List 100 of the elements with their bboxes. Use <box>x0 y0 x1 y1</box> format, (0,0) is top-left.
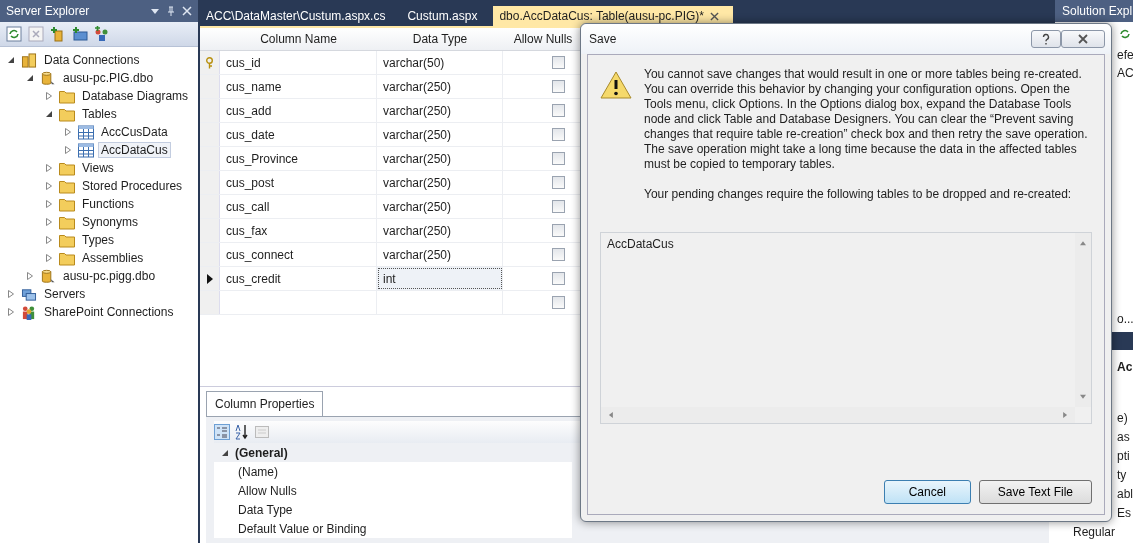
row-selector[interactable] <box>200 267 220 290</box>
table-cell[interactable]: int <box>377 267 503 290</box>
document-tab[interactable]: ACC\DataMaster\Custum.aspx.cs <box>200 6 400 26</box>
property-name: Regular <box>1073 524 1116 539</box>
folder-icon <box>59 232 75 248</box>
dialog-button[interactable]: Cancel <box>883 480 971 504</box>
tree-item[interactable]: Database Diagrams <box>79 88 192 104</box>
property-name: abl <box>1117 486 1133 501</box>
tables-list[interactable]: AccDataCus <box>600 232 1092 424</box>
tree-item[interactable]: SharePoint Connections <box>41 304 177 320</box>
tree-item[interactable]: Views <box>79 160 117 176</box>
table-cell[interactable]: cus_Province <box>220 147 377 170</box>
question-mark-icon <box>1040 33 1052 45</box>
close-icon[interactable] <box>709 11 719 21</box>
refresh-icon[interactable] <box>6 26 22 42</box>
tree-item[interactable]: AC <box>1117 66 1133 80</box>
checkbox[interactable] <box>551 80 565 93</box>
checkbox[interactable] <box>551 56 565 69</box>
dialog-title: Save <box>589 32 618 46</box>
checkbox[interactable] <box>551 296 565 309</box>
tree-item[interactable]: Functions <box>79 196 138 212</box>
properties-tab[interactable]: Column Properties <box>206 391 324 416</box>
checkbox[interactable] <box>551 272 565 285</box>
dropdown-icon[interactable] <box>150 6 160 16</box>
tree-item[interactable]: Data Connections <box>41 52 143 68</box>
table-cell[interactable]: cus_date <box>220 123 377 146</box>
expander-icon[interactable] <box>44 109 54 119</box>
tree-item[interactable]: AccCusData <box>98 124 171 140</box>
table-cell[interactable]: cus_call <box>220 195 377 218</box>
checkbox[interactable] <box>551 224 565 237</box>
tree-item[interactable]: Servers <box>41 286 89 302</box>
table-cell[interactable]: varchar(250) <box>377 123 503 146</box>
sharepoint-icon[interactable] <box>94 26 110 42</box>
warning-icon <box>600 71 632 99</box>
detail-text: Your pending changes require the following tables to be dropped and re-created: <box>644 187 1073 202</box>
column-header: Data Type <box>411 31 469 48</box>
database-icon <box>21 52 37 68</box>
property-name: (Name) <box>214 462 572 481</box>
table-cell[interactable]: cus_fax <box>220 219 377 242</box>
column-header: Allow Nulls <box>512 31 574 48</box>
table-icon <box>78 142 94 158</box>
tree-item[interactable]: Tables <box>79 106 120 122</box>
table-cell[interactable]: varchar(250) <box>377 75 503 98</box>
table-cell[interactable]: cus_post <box>220 171 377 194</box>
tree-item[interactable]: AccDataCus <box>98 142 171 158</box>
folder-icon <box>59 160 75 176</box>
property-name: Es <box>1117 505 1131 520</box>
expander-icon[interactable] <box>6 55 16 65</box>
document-tab[interactable]: dbo.AccDataCus: Table(ausu-pc.PIG)* <box>493 6 733 26</box>
checkbox[interactable] <box>551 104 565 117</box>
tree-item[interactable]: efe <box>1117 48 1133 62</box>
pin-icon[interactable] <box>166 6 176 16</box>
help-button[interactable] <box>1031 30 1061 48</box>
add-server-icon[interactable] <box>72 26 88 42</box>
table-cell[interactable]: cus_add <box>220 99 377 122</box>
table-cell[interactable]: varchar(250) <box>377 171 503 194</box>
property-name: Allow Nulls <box>214 481 572 500</box>
add-connection-icon[interactable] <box>50 26 66 42</box>
database-icon <box>40 268 56 284</box>
servers-icon <box>21 286 37 302</box>
table-cell[interactable]: varchar(250) <box>377 243 503 266</box>
table-cell[interactable]: cus_id <box>220 51 377 74</box>
table-cell[interactable]: cus_name <box>220 75 377 98</box>
property-name: Default Value or Binding <box>214 519 572 538</box>
close-button[interactable] <box>1061 30 1105 48</box>
properties-title: Ac <box>1117 360 1133 374</box>
sort-alphabetical-icon[interactable] <box>234 424 250 440</box>
tree-item[interactable]: Types <box>79 232 117 248</box>
checkbox[interactable] <box>551 176 565 189</box>
list-item[interactable]: AccDataCus <box>607 237 1069 251</box>
folder-icon <box>59 214 75 230</box>
checkbox[interactable] <box>551 248 565 261</box>
close-icon <box>1077 33 1089 45</box>
folder-icon <box>59 250 75 266</box>
document-tab[interactable]: Custum.aspx <box>401 6 492 26</box>
checkbox[interactable] <box>551 128 565 141</box>
table-cell[interactable]: varchar(250) <box>377 219 503 242</box>
property-name: e) <box>1117 410 1128 425</box>
table-cell[interactable]: varchar(250) <box>377 147 503 170</box>
delete-icon[interactable] <box>28 26 44 42</box>
panel-title: Solution Expl <box>1055 0 1133 22</box>
folder-icon <box>59 178 75 194</box>
tree-item[interactable]: Synonyms <box>79 214 142 230</box>
table-cell[interactable]: cus_connect <box>220 243 377 266</box>
tree-item[interactable]: Stored Procedures <box>79 178 186 194</box>
tree-item[interactable]: o... <box>1117 312 1133 326</box>
table-cell[interactable]: varchar(50) <box>377 51 503 74</box>
tree-item[interactable]: ausu-pc.pigg.dbo <box>60 268 159 284</box>
table-cell[interactable]: varchar(250) <box>377 99 503 122</box>
dialog-button[interactable]: Save Text File <box>978 480 1092 504</box>
property-category: (General) <box>235 445 288 460</box>
checkbox[interactable] <box>551 200 565 213</box>
expander-icon[interactable] <box>25 73 35 83</box>
panel-title: Server Explorer <box>6 4 91 18</box>
table-cell[interactable]: varchar(250) <box>377 195 503 218</box>
tree-item[interactable]: ausu-pc.PIG.dbo <box>60 70 157 86</box>
folder-icon <box>59 88 75 104</box>
tree-item[interactable]: Assemblies <box>79 250 147 266</box>
property-name: as <box>1117 429 1130 444</box>
checkbox[interactable] <box>551 152 565 165</box>
